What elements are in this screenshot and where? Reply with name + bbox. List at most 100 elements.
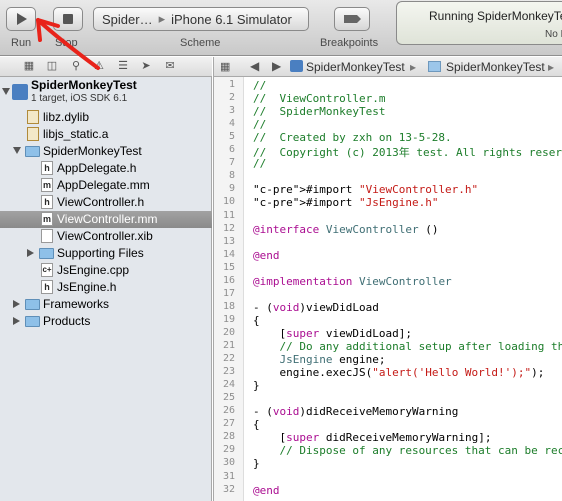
line-number: 22 xyxy=(222,353,235,365)
disclosure-triangle-icon[interactable] xyxy=(13,147,21,154)
code-line[interactable]: @interface ViewController () xyxy=(253,223,438,236)
code-line[interactable]: } xyxy=(253,379,260,392)
code-line[interactable]: // ViewController.m xyxy=(253,92,385,105)
tree-group[interactable]: SpiderMonkeyTest xyxy=(0,143,212,160)
code-line[interactable]: - (void)viewDidLoad xyxy=(253,301,379,314)
line-number: 32 xyxy=(222,483,235,495)
code-line[interactable]: "c-pre">#import "ViewController.h" xyxy=(253,183,478,196)
back-icon[interactable]: ◀ xyxy=(250,59,259,73)
code-line[interactable]: { xyxy=(253,314,260,327)
line-number: 2 xyxy=(228,92,235,104)
scheme-device: iPhone 6.1 Simulator xyxy=(171,11,292,27)
tree-group[interactable]: Frameworks xyxy=(0,296,212,313)
tree-item-selected[interactable]: m ViewController.mm xyxy=(0,211,212,228)
folder-icon xyxy=(428,61,441,72)
code-line[interactable]: @end xyxy=(253,249,280,262)
code-line[interactable]: // Do any additional setup after loading… xyxy=(253,340,562,353)
tree-item[interactable]: c+ JsEngine.cpp xyxy=(0,262,212,279)
line-number: 14 xyxy=(222,248,235,260)
chevron-right-icon: ▸ xyxy=(548,60,555,74)
project-navigator: SpiderMonkeyTest 1 target, iOS SDK 6.1 l… xyxy=(0,77,212,501)
line-number: 26 xyxy=(222,405,235,417)
header-file-icon: h xyxy=(41,280,53,294)
code-line[interactable]: [super didReceiveMemoryWarning]; xyxy=(253,431,491,444)
line-number: 8 xyxy=(228,170,235,182)
chevron-right-icon: ▸ xyxy=(410,60,417,74)
breadcrumb-project[interactable]: SpiderMonkeyTest xyxy=(306,60,405,74)
code-line[interactable]: - (void)didReceiveMemoryWarning xyxy=(253,405,458,418)
tree-item-label: AppDelegate.mm xyxy=(57,178,150,192)
tree-project-root[interactable]: SpiderMonkeyTest 1 target, iOS SDK 6.1 xyxy=(0,77,212,107)
line-number: 15 xyxy=(222,261,235,273)
code-line[interactable]: // Dispose of any resources that can be … xyxy=(253,444,562,457)
tree-item-label: libz.dylib xyxy=(43,110,90,124)
code-line[interactable]: { xyxy=(253,418,260,431)
line-number: 20 xyxy=(222,326,235,338)
disclosure-triangle-icon[interactable] xyxy=(2,88,10,95)
code-line[interactable]: [super viewDidLoad]; xyxy=(253,327,411,340)
line-number: 31 xyxy=(222,470,235,482)
line-number: 4 xyxy=(228,118,235,130)
code-line[interactable]: // Copyright (c) 2013年 test. All rights … xyxy=(253,144,562,160)
folder-icon xyxy=(25,316,40,327)
source-file-icon: m xyxy=(41,178,53,192)
line-number: 13 xyxy=(222,235,235,247)
code-line[interactable]: @implementation ViewController xyxy=(253,275,452,288)
forward-icon[interactable]: ▶ xyxy=(272,59,281,73)
code-line[interactable]: // xyxy=(253,79,266,92)
tree-group[interactable]: Products xyxy=(0,313,212,330)
line-number: 12 xyxy=(222,222,235,234)
code-line[interactable]: // xyxy=(253,157,266,170)
project-icon xyxy=(12,84,28,100)
related-items-icon[interactable]: ▦ xyxy=(220,60,230,73)
log-navigator-icon[interactable]: ✉ xyxy=(163,60,177,73)
library-icon xyxy=(27,110,39,124)
breakpoints-button[interactable] xyxy=(334,7,370,31)
tree-item[interactable]: ViewController.xib xyxy=(0,228,212,245)
tree-item[interactable]: m AppDelegate.mm xyxy=(0,177,212,194)
tree-item-label: ViewController.h xyxy=(57,195,145,209)
line-number: 23 xyxy=(222,366,235,378)
line-number: 6 xyxy=(228,144,235,156)
tree-item[interactable]: h AppDelegate.h xyxy=(0,160,212,177)
folder-icon xyxy=(39,248,54,259)
code-line[interactable]: // xyxy=(253,118,266,131)
code-line[interactable]: "c-pre">#import "JsEngine.h" xyxy=(253,196,438,209)
disclosure-triangle-icon[interactable] xyxy=(13,317,20,325)
line-number: 19 xyxy=(222,313,235,325)
line-number: 28 xyxy=(222,431,235,443)
tree-item[interactable]: h ViewController.h xyxy=(0,194,212,211)
line-number: 27 xyxy=(222,418,235,430)
code-line[interactable]: @end xyxy=(253,484,280,497)
breakpoint-icon xyxy=(344,15,361,23)
tree-item[interactable]: libz.dylib xyxy=(0,109,212,126)
line-number: 18 xyxy=(222,300,235,312)
line-number-gutter[interactable]: 1 2 3 4 5 6 7 8 9 10 11 12 13 14 15 16 17 18 19 20 21 22 23 24 2… xyxy=(213,77,244,501)
jump-bar: ▦ ◀ ▶ SpiderMonkeyTest ▸ SpiderMonkeyTes… xyxy=(213,57,562,77)
project-subtitle: 1 target, iOS SDK 6.1 xyxy=(31,93,128,104)
code-line[interactable]: // Created by zxh on 13-5-28. xyxy=(253,131,452,144)
source-editor[interactable]: //// ViewController.m// SpiderMonkeyTest… xyxy=(245,77,562,501)
xcode-window: Run Stop Spider… ▸ iPhone 6.1 Simulator … xyxy=(0,0,562,501)
scheme-popup[interactable]: Spider… ▸ iPhone 6.1 Simulator xyxy=(93,7,309,31)
line-number: 16 xyxy=(222,274,235,286)
tree-group[interactable]: Supporting Files xyxy=(0,245,212,262)
code-line[interactable]: engine.execJS("alert('Hello World!');"); xyxy=(253,366,544,379)
code-line[interactable]: // SpiderMonkeyTest xyxy=(253,105,385,118)
tree-item[interactable]: libjs_static.a xyxy=(0,126,212,143)
tree-item-label: Frameworks xyxy=(43,297,110,311)
chevron-right-icon: ▸ xyxy=(158,11,166,26)
breakpoint-navigator-icon[interactable]: ➤ xyxy=(139,60,153,73)
line-number: 29 xyxy=(222,444,235,456)
xib-file-icon xyxy=(41,229,53,243)
breadcrumb-group[interactable]: SpiderMonkeyTest xyxy=(446,60,545,74)
code-line[interactable]: JsEngine engine; xyxy=(253,353,386,366)
line-number: 11 xyxy=(222,209,235,221)
disclosure-triangle-icon[interactable] xyxy=(13,300,20,308)
project-name: SpiderMonkeyTest xyxy=(31,78,137,92)
tree-item[interactable]: h JsEngine.h xyxy=(0,279,212,296)
disclosure-triangle-icon[interactable] xyxy=(27,249,34,257)
line-number: 30 xyxy=(222,457,235,469)
code-line[interactable]: } xyxy=(253,457,260,470)
tree-item-label: JsEngine.h xyxy=(57,280,117,294)
